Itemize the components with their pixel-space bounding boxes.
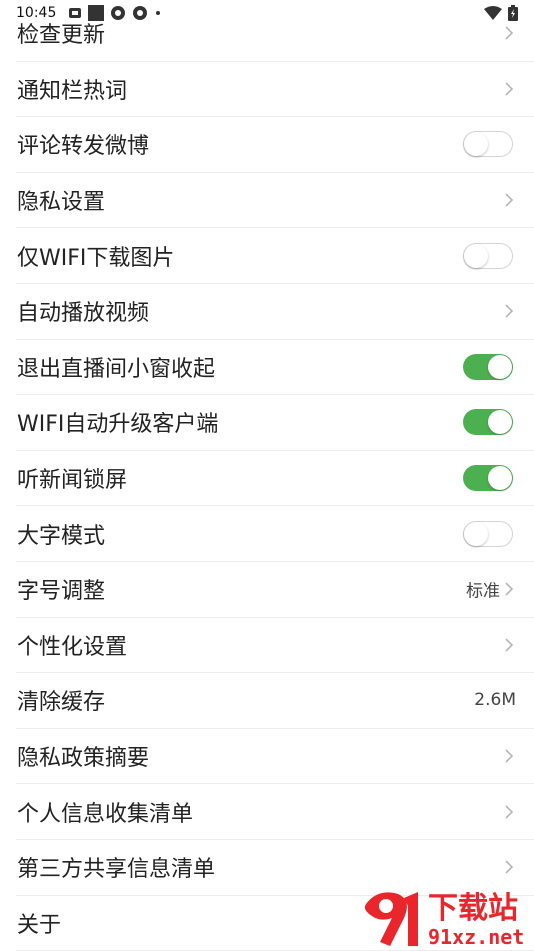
toggle-knob xyxy=(488,355,512,379)
toggle-knob xyxy=(464,244,488,268)
settings-row-label: 退出直播间小窗收起 xyxy=(17,351,215,383)
settings-row-label: 仅WIFI下载图片 xyxy=(17,240,174,272)
settings-row-label: WIFI自动升级客户端 xyxy=(17,406,218,438)
watermark-text: 下载站 xyxy=(428,891,518,926)
app-notification-icon xyxy=(68,6,82,20)
settings-row[interactable]: 隐私政策摘要 xyxy=(16,729,534,785)
settings-row[interactable]: 清除缓存 2.6M xyxy=(16,673,534,729)
chevron-right-icon xyxy=(504,859,514,875)
toggle-switch[interactable] xyxy=(463,131,513,157)
more-notifications-dot-icon xyxy=(154,5,162,21)
toggle-switch[interactable] xyxy=(463,243,513,269)
chevron-right-icon xyxy=(504,81,514,97)
settings-row[interactable]: 退出直播间小窗收起 xyxy=(16,340,534,396)
aperture-notification-icon xyxy=(132,5,148,21)
settings-row-label: 通知栏热词 xyxy=(17,73,127,105)
settings-row[interactable]: 个性化设置 xyxy=(16,618,534,674)
toggle-knob xyxy=(488,410,512,434)
settings-row-label: 个性化设置 xyxy=(17,629,127,661)
toggle-knob xyxy=(464,522,488,546)
settings-row-label: 听新闻锁屏 xyxy=(17,462,127,494)
settings-row[interactable]: 评论转发微博 xyxy=(16,117,534,173)
settings-row[interactable]: 自动播放视频 xyxy=(16,284,534,340)
battery-icon xyxy=(508,5,518,21)
status-notification-icons xyxy=(68,5,162,21)
chevron-right-icon xyxy=(504,748,514,764)
settings-row[interactable]: 字号调整 标准 xyxy=(16,562,534,618)
chevron-right-icon xyxy=(504,303,514,319)
settings-row-label: 自动播放视频 xyxy=(17,295,149,327)
settings-row[interactable]: WIFI自动升级客户端 xyxy=(16,395,534,451)
settings-row-label: 评论转发微博 xyxy=(17,128,149,160)
chevron-right-icon xyxy=(504,804,514,820)
chevron-right-icon xyxy=(504,637,514,653)
settings-row[interactable]: 大字模式 xyxy=(16,506,534,562)
settings-row[interactable]: 个人信息收集清单 xyxy=(16,784,534,840)
toggle-knob xyxy=(464,132,488,156)
watermark-url: 91xz.net xyxy=(428,925,524,949)
watermark-logo: 下载站91xz.net xyxy=(360,884,534,950)
settings-row-label: 字号调整 xyxy=(17,573,105,605)
settings-row[interactable]: 仅WIFI下载图片 xyxy=(16,228,534,284)
wifi-icon xyxy=(484,6,502,20)
chevron-right-icon xyxy=(504,192,514,208)
toggle-switch[interactable] xyxy=(463,409,513,435)
status-time: 10:45 xyxy=(16,5,56,21)
settings-row-label: 个人信息收集清单 xyxy=(17,796,193,828)
settings-list: 检查更新通知栏热词评论转发微博隐私设置仅WIFI下载图片自动播放视频退出直播间小… xyxy=(0,6,534,951)
settings-row[interactable]: 听新闻锁屏 xyxy=(16,451,534,507)
toggle-switch[interactable] xyxy=(463,354,513,380)
settings-row-label: 隐私政策摘要 xyxy=(17,740,149,772)
settings-row-value: 标准 xyxy=(466,577,500,602)
settings-row-label: 关于 xyxy=(17,907,61,939)
settings-row[interactable]: 通知栏热词 xyxy=(16,62,534,118)
status-system-icons xyxy=(484,5,518,21)
aperture-notification-icon xyxy=(110,5,126,21)
toggle-switch[interactable] xyxy=(463,465,513,491)
status-bar: 10:45 xyxy=(0,0,534,26)
settings-row-label: 第三方共享信息清单 xyxy=(17,851,215,883)
toggle-knob xyxy=(488,466,512,490)
settings-row-label: 大字模式 xyxy=(17,518,105,550)
settings-row-value: 2.6M xyxy=(474,690,516,710)
settings-row-label: 隐私设置 xyxy=(17,184,105,216)
chevron-right-icon xyxy=(504,581,514,597)
chevron-right-icon xyxy=(504,25,514,41)
toggle-switch[interactable] xyxy=(463,521,513,547)
square-notification-icon xyxy=(88,5,104,21)
settings-row[interactable]: 隐私设置 xyxy=(16,173,534,229)
settings-row-label: 清除缓存 xyxy=(17,684,105,716)
